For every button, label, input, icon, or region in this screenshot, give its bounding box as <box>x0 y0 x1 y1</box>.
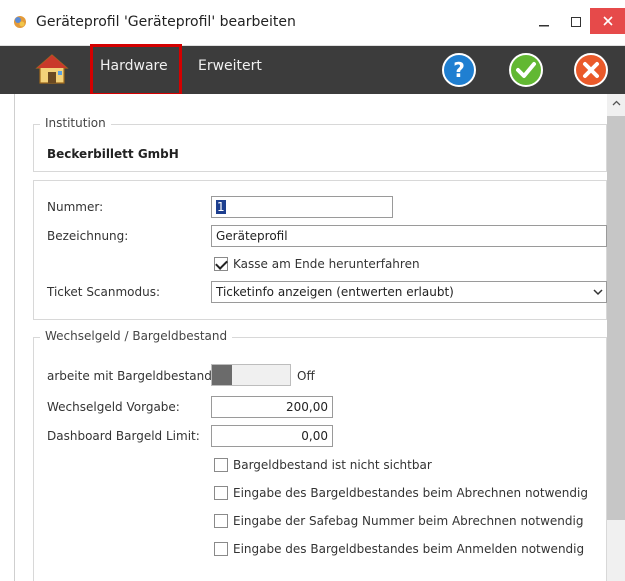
institution-legend: Institution <box>40 116 111 130</box>
chevron-down-icon <box>593 289 603 296</box>
minimize-button[interactable] <box>528 8 560 36</box>
scroll-up-button[interactable] <box>609 96 623 110</box>
nummer-value: 1 <box>216 200 226 214</box>
limit-label: Dashboard Bargeld Limit: <box>47 429 200 443</box>
toggle-knob <box>212 365 232 385</box>
scanmodus-select[interactable]: Ticketinfo anzeigen (entwerten erlaubt) <box>211 281 607 303</box>
vorgabe-label: Wechselgeld Vorgabe: <box>47 400 180 414</box>
maximize-button[interactable] <box>560 8 592 36</box>
bargeld-sichtbar-label: Bargeldbestand ist nicht sichtbar <box>233 458 432 472</box>
home-icon[interactable] <box>34 52 70 86</box>
cash-legend: Wechselgeld / Bargeldbestand <box>40 329 233 343</box>
abrechnen-bestand-checkbox[interactable] <box>214 486 228 500</box>
limit-input[interactable]: 0,00 <box>211 425 333 447</box>
vorgabe-input[interactable]: 200,00 <box>211 396 333 418</box>
close-icon[interactable] <box>572 51 610 89</box>
help-icon[interactable]: ? <box>440 51 478 89</box>
check-icon[interactable] <box>507 51 545 89</box>
app-gear-icon <box>14 16 26 28</box>
bezeichnung-input[interactable]: Geräteprofil <box>211 225 607 247</box>
chevron-up-icon <box>612 100 620 106</box>
title-bar: Geräteprofil 'Geräteprofil' bearbeiten <box>0 0 625 46</box>
kasse-label: Kasse am Ende herunterfahren <box>233 257 420 271</box>
kasse-checkbox[interactable] <box>214 257 228 271</box>
toggle-state: Off <box>297 369 315 383</box>
scrollbar-thumb[interactable] <box>607 116 625 520</box>
maximize-icon <box>571 17 581 27</box>
window-close-icon <box>602 16 613 26</box>
bargeld-sichtbar-checkbox[interactable] <box>214 458 228 472</box>
scanmodus-value: Ticketinfo anzeigen (entwerten erlaubt) <box>216 285 454 299</box>
limit-value: 0,00 <box>301 429 328 443</box>
nummer-input[interactable]: 1 <box>211 196 393 218</box>
vorgabe-value: 200,00 <box>286 400 328 414</box>
left-divider <box>14 94 15 581</box>
safebag-label: Eingabe der Safebag Nummer beim Abrechne… <box>233 514 584 528</box>
tab-erweitert[interactable]: Erweitert <box>198 58 262 74</box>
window-title: Geräteprofil 'Geräteprofil' bearbeiten <box>36 14 296 30</box>
safebag-checkbox[interactable] <box>214 514 228 528</box>
anmelden-bestand-label: Eingabe des Bargeldbestandes beim Anmeld… <box>233 542 585 556</box>
minimize-icon <box>539 25 549 27</box>
scanmodus-label: Ticket Scanmodus: <box>47 285 161 299</box>
bezeichnung-value: Geräteprofil <box>216 229 288 243</box>
tab-hardware-highlight <box>90 44 182 96</box>
bargeld-toggle[interactable] <box>211 364 291 386</box>
institution-name: Beckerbillett GmbH <box>47 147 179 161</box>
abrechnen-bestand-label: Eingabe des Bargeldbestandes beim Abrech… <box>233 486 588 500</box>
anmelden-bestand-checkbox[interactable] <box>214 542 228 556</box>
bezeichnung-label: Bezeichnung: <box>47 229 129 243</box>
svg-text:?: ? <box>453 58 465 82</box>
window-close-button[interactable] <box>590 8 625 34</box>
arbeite-label: arbeite mit Bargeldbestand: <box>47 369 216 383</box>
nummer-label: Nummer: <box>47 200 104 214</box>
